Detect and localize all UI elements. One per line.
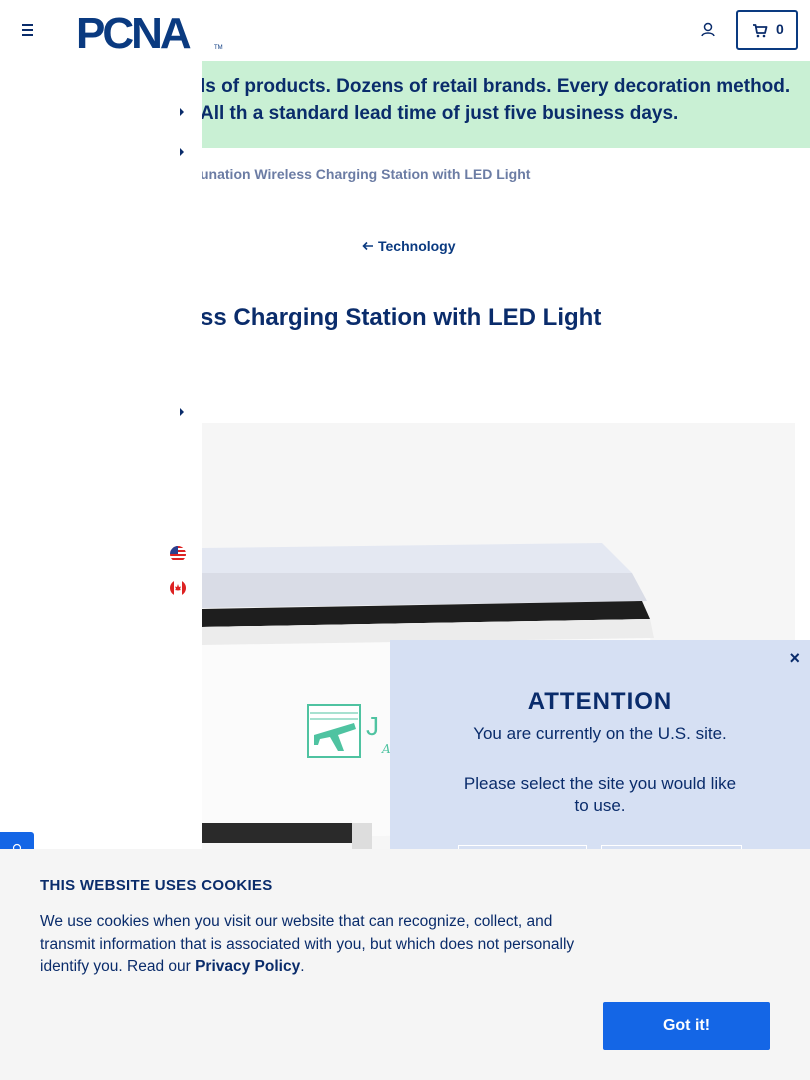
cart-count: 0	[776, 21, 784, 37]
product-title: ss Charging Station with LED Light	[200, 304, 602, 331]
side-drawer	[0, 61, 202, 861]
modal-title: ATTENTION	[527, 688, 673, 715]
account-icon[interactable]	[698, 20, 718, 40]
menu-icon-bar	[22, 29, 33, 31]
promo-text: ls of products. Dozens of retail brands.…	[200, 76, 791, 124]
breadcrumb[interactable]: unation Wireless Charging Station with L…	[200, 166, 530, 182]
back-to-category-link[interactable]: Technology	[362, 238, 456, 254]
svg-text:PCNA: PCNA	[76, 11, 191, 51]
chevron-right-icon[interactable]	[178, 147, 186, 157]
cookie-body-text: We use cookies when you visit our websit…	[40, 913, 575, 975]
cart-icon	[753, 24, 768, 38]
us-flag-icon[interactable]	[170, 546, 186, 562]
accept-cookies-button[interactable]: Got it!	[603, 1002, 770, 1050]
chevron-right-icon[interactable]	[178, 407, 186, 417]
arrow-left-icon	[362, 241, 373, 251]
cookie-banner: THIS WEBSITE USES COOKIES We use cookies…	[0, 849, 810, 1080]
back-link-label: Technology	[378, 238, 456, 254]
modal-select-site-text: Please select the site you would like to…	[463, 774, 737, 815]
site-selection-modal: × ATTENTION You are currently on the U.S…	[390, 640, 810, 865]
site-header: PCNA TM 0	[0, 0, 810, 61]
privacy-policy-link[interactable]: Privacy Policy	[195, 958, 300, 975]
pcna-logo-mark: PCNA TM	[76, 9, 223, 58]
pcna-logo[interactable]: PCNA TM	[76, 9, 224, 58]
chevron-right-icon[interactable]	[178, 107, 186, 117]
svg-text:TM: TM	[214, 45, 223, 51]
close-icon[interactable]: ×	[789, 648, 800, 669]
cookie-banner-text: We use cookies when you visit our websit…	[40, 911, 605, 979]
menu-icon	[22, 24, 33, 26]
menu-button[interactable]	[18, 20, 38, 40]
cookie-body-period: .	[300, 958, 305, 975]
cart-button[interactable]: 0	[736, 10, 798, 50]
canada-flag-icon[interactable]	[170, 580, 186, 596]
cookie-banner-title: THIS WEBSITE USES COOKIES	[40, 877, 273, 894]
modal-current-site-text: You are currently on the U.S. site.	[473, 724, 727, 743]
menu-icon-bar	[22, 34, 33, 36]
